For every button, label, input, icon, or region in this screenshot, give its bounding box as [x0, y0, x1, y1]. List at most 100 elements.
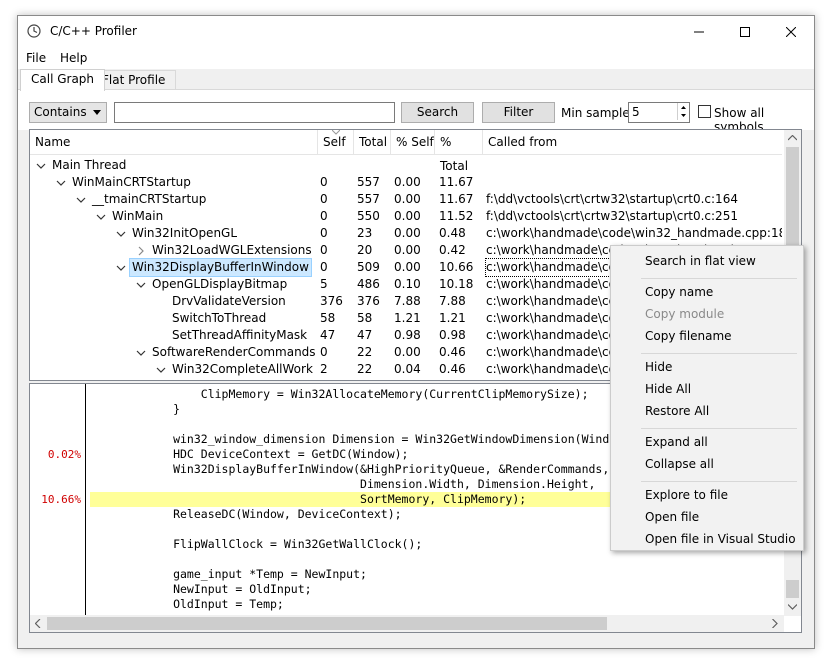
tree-cell-from: c:\work\handmade\code\win32_handmade.cpp…: [486, 226, 782, 240]
column-pct-self[interactable]: % Self: [391, 130, 435, 154]
menu-file[interactable]: File: [26, 51, 46, 65]
tree-cell-pself: 0.00: [394, 260, 421, 274]
chevron-down-icon[interactable]: [116, 263, 126, 273]
maximize-button[interactable]: [722, 16, 768, 47]
column-total[interactable]: Total: [354, 130, 391, 154]
context-menu-item[interactable]: Copy name: [645, 282, 713, 302]
code-line: }: [90, 402, 181, 416]
tab-bar: Call Graph Flat Profile: [18, 69, 814, 91]
menu-help[interactable]: Help: [60, 51, 87, 65]
code-line: win32_window_dimension Dimension = Win32…: [90, 432, 637, 446]
tree-cell-pself: 0.10: [394, 277, 421, 291]
tab-call-graph[interactable]: Call Graph: [20, 69, 106, 91]
column-pct-total[interactable]: % Total: [435, 130, 483, 173]
context-menu-item: Copy module: [645, 307, 725, 321]
column-called-from[interactable]: Called from: [483, 130, 782, 154]
tree-cell-total: 20: [357, 243, 373, 257]
tree-row-name: SwitchToThread: [172, 311, 267, 325]
tree-cell-from: [486, 157, 782, 174]
tree-cell-pself: 0.00: [394, 175, 421, 189]
tree-cell-self: 376: [320, 294, 343, 308]
chevron-down-icon[interactable]: [136, 348, 146, 358]
tree-row[interactable]: Win32InitOpenGL 0 23 0.00 0.48 c:\work\handma…: [30, 225, 782, 242]
context-menu-item[interactable]: Hide: [645, 357, 672, 377]
min-samples-input[interactable]: 5: [628, 102, 690, 123]
column-name[interactable]: Name: [30, 130, 318, 154]
tree-cell-self: 0: [320, 260, 328, 274]
tree-cell-ptotal: 10.18: [439, 277, 474, 291]
context-menu-separator: [641, 428, 797, 429]
filter-mode-select[interactable]: Contains: [29, 102, 107, 123]
chevron-down-icon[interactable]: [36, 161, 46, 171]
tree-cell-pself: 0.00: [394, 345, 421, 359]
tree-cell-self: 5: [320, 277, 328, 291]
context-menu-item[interactable]: Hide All: [645, 379, 691, 399]
scroll-left-icon[interactable]: [35, 619, 41, 628]
min-samples-spinner[interactable]: [677, 103, 689, 120]
minimize-icon: [694, 31, 704, 32]
tree-row[interactable]: WinMainCRTStartup 0 557 0.00 11.67: [30, 174, 782, 191]
chevron-right-icon[interactable]: [136, 246, 146, 256]
minimize-button[interactable]: [676, 16, 722, 47]
tree-row-name: Win32InitOpenGL: [132, 226, 238, 240]
filter-mode-value: Contains: [34, 105, 87, 119]
tree-row-name: Win32CompleteAllWork: [172, 362, 313, 376]
line-percent: 0.02%: [47, 448, 81, 461]
tree-cell-from: f:\dd\vctools\crt\crtw32\startup\crt0.c:…: [486, 209, 738, 223]
tree-cell-from: [486, 174, 782, 191]
tree-cell-pself: 7.88: [394, 294, 421, 308]
scroll-down-icon[interactable]: [788, 604, 797, 610]
tree-row-name: SetThreadAffinityMask: [172, 328, 308, 342]
show-all-symbols-checkbox[interactable]: [698, 105, 711, 118]
chevron-down-icon[interactable]: [116, 229, 126, 239]
scroll-right-icon[interactable]: [772, 619, 778, 628]
code-line: NewInput = OldInput;: [90, 582, 312, 596]
code-line: OldInput = Temp;: [90, 597, 284, 611]
context-menu-item[interactable]: Explore to file: [645, 485, 728, 505]
context-menu-item[interactable]: Copy filename: [645, 326, 732, 346]
code-line: HDC DeviceContext = GetDC(Window);: [90, 447, 409, 461]
tree-cell-self: 2: [320, 362, 328, 376]
chevron-down-icon[interactable]: [156, 365, 166, 375]
context-menu-item[interactable]: Restore All: [645, 401, 709, 421]
filter-button[interactable]: Filter: [482, 102, 555, 123]
tree-row[interactable]: __tmainCRTStartup 0 557 0.00 11.67 f:\dd\vcto…: [30, 191, 782, 208]
context-menu-separator: [641, 481, 797, 482]
search-button[interactable]: Search: [401, 102, 474, 123]
context-menu-item[interactable]: Expand all: [645, 432, 708, 452]
chevron-down-icon[interactable]: [96, 212, 106, 222]
code-hscroll-thumb[interactable]: [47, 617, 607, 630]
tree-row-name: OpenGLDisplayBitmap: [152, 277, 288, 291]
tree-cell-pself: 0.00: [394, 192, 421, 206]
tree-cell-self: 47: [320, 328, 336, 342]
tree-cell-pself: 1.21: [394, 311, 421, 325]
context-menu-item[interactable]: Collapse all: [645, 454, 714, 474]
code-line: Dimension.Width, Dimension.Height,: [90, 477, 596, 491]
tree-cell-from: f:\dd\vctools\crt\crtw32\startup\crt0.c:…: [486, 192, 738, 206]
code-line: ClipMemory = Win32AllocateMemory(Current…: [90, 387, 589, 401]
title-bar[interactable]: C/C++ Profiler: [18, 16, 814, 47]
tree-cell-ptotal: 0.46: [439, 362, 466, 376]
chevron-down-icon[interactable]: [136, 280, 146, 290]
tree-row[interactable]: Main Thread: [30, 157, 782, 174]
context-menu-item[interactable]: Open file in Visual Studio: [645, 529, 796, 549]
context-menu-item[interactable]: Open file: [645, 507, 699, 527]
tree-cell-ptotal: 11.67: [439, 175, 474, 189]
tree-cell-total: 22: [357, 345, 373, 359]
search-input[interactable]: [114, 102, 395, 123]
clock-icon: [27, 24, 41, 38]
scroll-up-icon[interactable]: [788, 135, 797, 141]
tree-cell-total: 22: [357, 362, 373, 376]
code-scroll-thumb[interactable]: [786, 580, 799, 598]
tree-cell-ptotal: 11.52: [439, 209, 474, 223]
context-menu: Search in flat view Copy name Copy module C…: [610, 245, 804, 551]
tree-row[interactable]: WinMain 0 550 0.00 11.52 f:\dd\vctools\crt\cr…: [30, 208, 782, 225]
tree-cell-self: 0: [320, 226, 328, 240]
code-horizontal-scrollbar[interactable]: [30, 615, 784, 632]
chevron-down-icon[interactable]: [56, 178, 66, 188]
chevron-down-icon[interactable]: [76, 195, 86, 205]
close-button[interactable]: [768, 16, 814, 47]
tree-cell-total: 47: [357, 328, 373, 342]
context-menu-item[interactable]: Search in flat view: [645, 251, 756, 271]
tree-row-name: DrvValidateVersion: [172, 294, 286, 308]
